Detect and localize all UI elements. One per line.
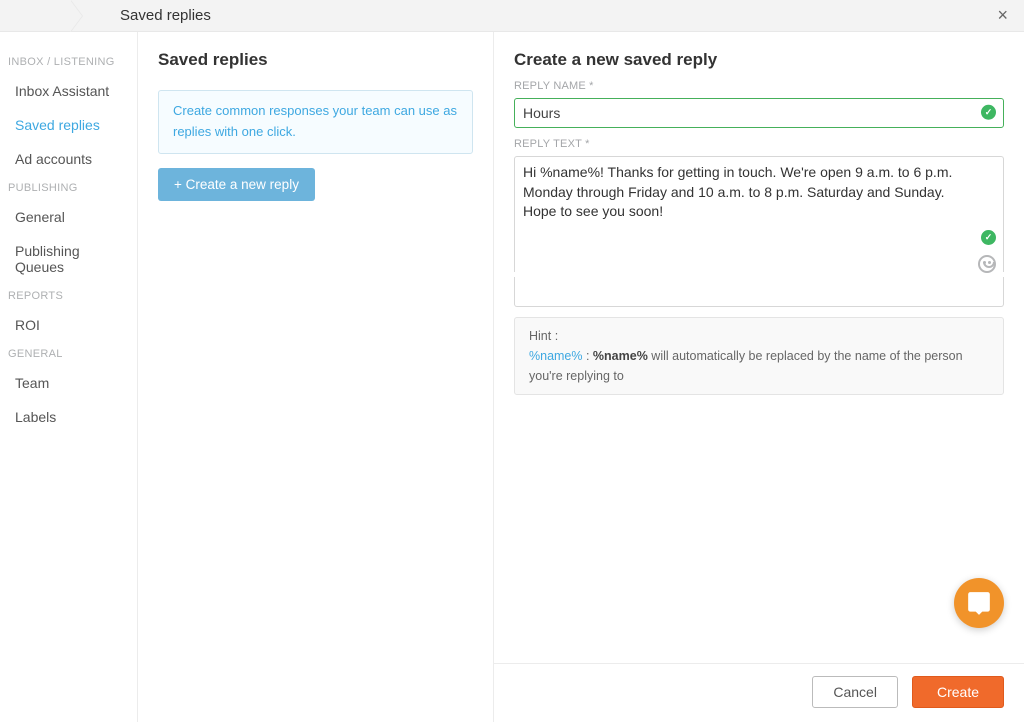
sidebar-group-publishing: PUBLISHING xyxy=(0,176,137,200)
sidebar-item-roi[interactable]: ROI xyxy=(0,308,137,342)
emoji-icon[interactable] xyxy=(978,255,996,273)
create-reply-panel: Create a new saved reply REPLY NAME * RE… xyxy=(494,32,1024,722)
sidebar-item-ad-accounts[interactable]: Ad accounts xyxy=(0,142,137,176)
reply-text-input[interactable] xyxy=(514,156,1004,272)
sidebar-item-saved-replies[interactable]: Saved replies xyxy=(0,108,137,142)
saved-replies-title: Saved replies xyxy=(158,50,473,70)
info-box: Create common responses your team can us… xyxy=(158,90,473,154)
reply-text-wrap xyxy=(514,156,1004,307)
sidebar-item-inbox-assistant[interactable]: Inbox Assistant xyxy=(0,74,137,108)
hint-sep: : xyxy=(583,349,593,363)
chat-widget-button[interactable] xyxy=(954,578,1004,628)
sidebar-group-reports: REPORTS xyxy=(0,284,137,308)
sidebar-item-publishing-queues[interactable]: Publishing Queues xyxy=(0,234,137,284)
create-reply-footer: Cancel Create xyxy=(494,663,1024,722)
sidebar: INBOX / LISTENING Inbox Assistant Saved … xyxy=(0,32,138,722)
reply-name-input[interactable] xyxy=(514,98,1004,128)
reply-text-label: REPLY TEXT * xyxy=(514,138,1004,150)
chat-icon xyxy=(966,590,992,616)
page-title: Saved replies xyxy=(80,7,211,24)
sidebar-item-general[interactable]: General xyxy=(0,200,137,234)
sidebar-group-general: GENERAL xyxy=(0,342,137,366)
saved-replies-panel: Saved replies Create common responses yo… xyxy=(138,32,494,722)
hint-bold: %name% xyxy=(593,349,648,363)
modal-header: Saved replies × xyxy=(0,0,1024,32)
check-icon xyxy=(981,230,996,245)
create-button[interactable]: Create xyxy=(912,676,1004,708)
create-new-reply-button[interactable]: + Create a new reply xyxy=(158,168,315,201)
breadcrumb-chevron xyxy=(0,0,80,32)
check-icon xyxy=(981,105,996,120)
reply-name-label: REPLY NAME * xyxy=(514,80,1004,92)
hint-box: Hint : %name% : %name% will automaticall… xyxy=(514,317,1004,395)
sidebar-group-inbox: INBOX / LISTENING xyxy=(0,50,137,74)
hint-label: Hint : xyxy=(529,326,989,346)
sidebar-item-labels[interactable]: Labels xyxy=(0,400,137,434)
close-icon[interactable]: × xyxy=(993,5,1012,26)
reply-name-wrap xyxy=(514,92,1004,128)
cancel-button[interactable]: Cancel xyxy=(812,676,898,708)
content-area: INBOX / LISTENING Inbox Assistant Saved … xyxy=(0,32,1024,722)
create-reply-title: Create a new saved reply xyxy=(514,50,1004,70)
reply-text-footer xyxy=(514,277,1004,307)
create-reply-body: Create a new saved reply REPLY NAME * RE… xyxy=(494,32,1024,395)
sidebar-item-team[interactable]: Team xyxy=(0,366,137,400)
hint-token[interactable]: %name% xyxy=(529,349,583,363)
